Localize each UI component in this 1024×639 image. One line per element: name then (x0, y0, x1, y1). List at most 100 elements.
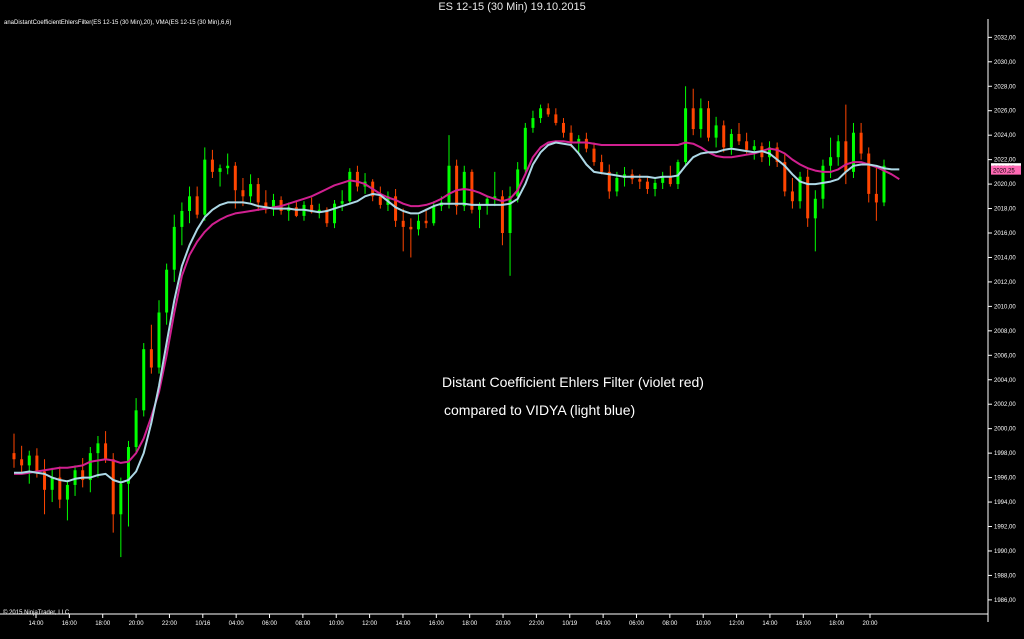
chart-panel[interactable]: 1986,00 1988,00 1990,00 1992,00 1994,00 1996,… (0, 15, 1024, 639)
candle-body (592, 148, 596, 163)
candle-body (172, 226, 176, 270)
candle-body (416, 220, 420, 230)
candle-body (73, 470, 77, 485)
candle-body (424, 220, 428, 224)
candle-body (829, 157, 833, 166)
y-tick-label: 2026,00 (994, 109, 1016, 115)
x-tick-label: 04:00 (596, 621, 612, 627)
indicator-label: anaDistantCoefficientEhlersFilter(ES 12-… (4, 20, 231, 26)
candle-body (35, 455, 39, 472)
candle-body (294, 207, 298, 216)
candle-body (523, 127, 527, 170)
candle-body (569, 132, 573, 143)
axes-group: 1986,00 1988,00 1990,00 1992,00 1994,00 1996,… (0, 19, 1021, 627)
candle-body (20, 459, 24, 466)
candle-body (12, 453, 16, 460)
candle-body (249, 184, 253, 197)
y-tick-label: 2004,00 (994, 378, 1016, 384)
candle-body (790, 191, 794, 202)
x-tick-label: 12:00 (362, 621, 378, 627)
y-tick-label: 1996,00 (994, 476, 1016, 482)
candle-body (96, 443, 100, 454)
candle-body (722, 125, 726, 148)
y-tick-label: 1986,00 (994, 598, 1016, 604)
y-tick-label: 1992,00 (994, 525, 1016, 531)
x-tick-label: 10/16 (195, 621, 211, 627)
candle-body (706, 108, 710, 138)
candle-body (157, 312, 161, 368)
x-tick-label: 08:00 (662, 621, 678, 627)
y-tick-label: 2032,00 (994, 35, 1016, 41)
candle-body (355, 171, 359, 187)
candle-body (233, 165, 237, 191)
candle-body (50, 477, 54, 490)
y-tick-label: 2010,00 (994, 304, 1016, 310)
candle-body (401, 220, 405, 227)
candle-body (714, 125, 718, 138)
candle-body (539, 108, 543, 119)
candle-body (188, 196, 192, 211)
candle-body (737, 133, 741, 142)
x-tick-label: 12:00 (729, 621, 745, 627)
x-tick-label: 14:00 (395, 621, 411, 627)
candle-body (65, 484, 69, 500)
candle-body (88, 453, 92, 481)
x-tick-label: 20:00 (129, 621, 145, 627)
annotation-line-1: Distant Coefficient Ehlers Filter (viole… (442, 374, 704, 390)
x-tick-label: 18:00 (462, 621, 478, 627)
candle-body (874, 193, 878, 203)
candle-body (348, 171, 352, 202)
candle-body (668, 176, 672, 185)
x-tick-label: 20:00 (496, 621, 512, 627)
y-tick-label: 1994,00 (994, 500, 1016, 506)
candle-body (653, 182, 657, 189)
candle-body (699, 108, 703, 130)
x-tick-label: 22:00 (162, 621, 178, 627)
candle-body (729, 133, 733, 148)
candle-body (142, 349, 146, 411)
candle-body (104, 443, 108, 460)
candle-body (165, 269, 169, 313)
candle-body (409, 226, 413, 230)
candle-body (455, 165, 459, 207)
candle-body (134, 410, 138, 448)
candle-body (241, 190, 245, 197)
x-tick-label: 20:00 (862, 621, 878, 627)
candle-body (226, 165, 230, 169)
x-tick-label: 14:00 (762, 621, 778, 627)
x-tick-label: 06:00 (262, 621, 278, 627)
y-tick-label: 2014,00 (994, 255, 1016, 261)
last-value-label: 2020,25 (993, 169, 1015, 175)
x-tick-label: 10/19 (562, 621, 578, 627)
y-tick-label: 2008,00 (994, 329, 1016, 335)
y-tick-label: 2018,00 (994, 207, 1016, 213)
x-tick-label: 14:00 (28, 621, 44, 627)
y-tick-label: 2006,00 (994, 353, 1016, 359)
x-tick-label: 16:00 (62, 621, 78, 627)
candle-body (867, 153, 871, 194)
x-tick-label: 22:00 (529, 621, 545, 627)
candle-body (546, 108, 550, 115)
candle-body (180, 210, 184, 227)
candle-body (615, 177, 619, 192)
candle-body (859, 132, 863, 154)
y-tick-label: 2016,00 (994, 231, 1016, 237)
candle-body (813, 198, 817, 219)
candle-body (111, 459, 115, 515)
candle-body (210, 159, 214, 172)
x-tick-label: 16:00 (429, 621, 445, 627)
candle-body (508, 196, 512, 234)
x-tick-label: 10:00 (696, 621, 712, 627)
candle-body (844, 141, 848, 172)
x-tick-label: 04:00 (229, 621, 245, 627)
price-chart[interactable]: 1986,00 1988,00 1990,00 1992,00 1994,00 1996,… (0, 15, 1024, 639)
ehlers-filter-line (14, 140, 900, 475)
candle-body (531, 118, 535, 128)
candle-body (256, 184, 260, 203)
candle-body (645, 181, 649, 189)
x-tick-label: 06:00 (629, 621, 645, 627)
x-tick-label: 16:00 (796, 621, 812, 627)
y-tick-label: 2000,00 (994, 427, 1016, 433)
candle-body (119, 483, 123, 515)
y-tick-label: 1998,00 (994, 451, 1016, 457)
